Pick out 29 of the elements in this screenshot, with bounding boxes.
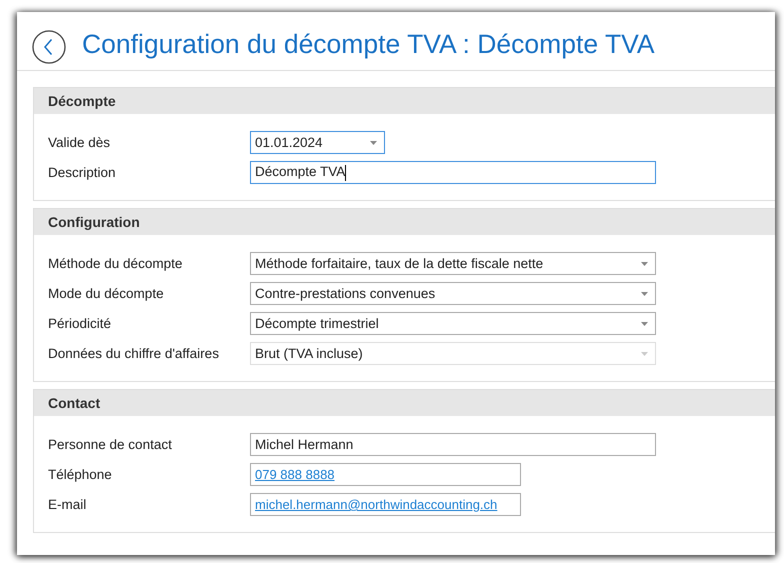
dropdown[interactable]: Méthode forfaitaire, taux de la dette fiscale nette <box>250 252 656 275</box>
dropdown-caret-icon <box>641 352 648 356</box>
link[interactable]: michel.hermann@northwindaccounting.ch <box>255 497 498 512</box>
section-title: Configuration <box>48 214 140 230</box>
field-label: Mode du décompte <box>48 286 165 301</box>
section-title: Décompte <box>48 93 116 109</box>
field-label: Méthode du décompte <box>48 256 184 271</box>
field-label: Description <box>48 165 117 180</box>
field-label: Données du chiffre d'affaires <box>48 346 220 361</box>
back-button[interactable] <box>32 30 66 64</box>
dropdown[interactable]: Décompte trimestriel <box>250 312 656 335</box>
dropdown-caret-icon <box>641 292 648 296</box>
dropdown-caret-icon <box>641 322 648 326</box>
field-label: Téléphone <box>48 467 113 482</box>
input-field[interactable]: michel.hermann@northwindaccounting.ch <box>250 493 521 516</box>
field-label: Valide dès <box>48 135 112 150</box>
input-field[interactable]: 079 888 8888 <box>250 463 521 486</box>
dropdown-caret-icon <box>641 262 648 266</box>
dropdown-caret-icon <box>370 140 377 144</box>
field-label: Périodicité <box>48 316 112 331</box>
input-field[interactable]: Michel Hermann <box>250 433 656 456</box>
dropdown[interactable]: Contre-prestations convenues <box>250 282 656 305</box>
input-field[interactable]: Décompte TVA <box>250 161 656 184</box>
field-label: Personne de contact <box>48 437 173 452</box>
date-dropdown[interactable]: 01.01.2024 <box>250 131 385 154</box>
page-title: Configuration du décompte TVA : Décompte TVA <box>82 29 655 60</box>
section-title: Contact <box>48 395 100 411</box>
link[interactable]: 079 888 8888 <box>255 467 335 482</box>
field-label: E-mail <box>48 497 88 512</box>
